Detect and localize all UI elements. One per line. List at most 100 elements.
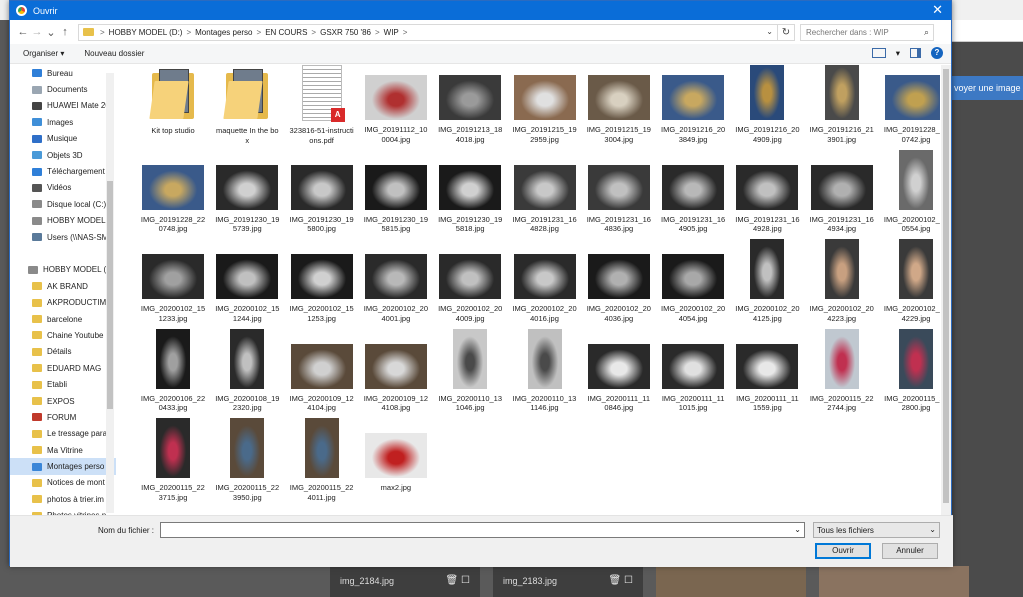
sidebar-item[interactable]: barcelone (10, 311, 116, 327)
file-item[interactable]: IMG_20200102_204054.jpg (657, 254, 729, 342)
file-item[interactable]: IMG_20200115_224011.jpg (286, 418, 358, 515)
file-item[interactable]: IMG_20191230_195815.jpg (360, 164, 432, 253)
scrollbar-thumb[interactable] (943, 69, 949, 503)
help-icon[interactable]: ? (931, 47, 943, 59)
filename-input[interactable]: ⌄ (160, 522, 805, 538)
sidebar-item[interactable]: Documents (10, 81, 116, 97)
breadcrumb-item[interactable]: Montages perso (195, 28, 252, 37)
breadcrumb-item[interactable]: GSXR 750 '86 (320, 28, 371, 37)
file-item[interactable]: IMG_20191228_220748.jpg (137, 164, 209, 253)
sidebar-item[interactable]: Chaine Youtube (10, 327, 116, 343)
sidebar-item[interactable]: EXPOS (10, 393, 116, 409)
file-item[interactable]: IMG_20200109_124108.jpg (360, 343, 432, 432)
file-item[interactable]: IMG_20200110_131146.jpg (509, 328, 581, 432)
file-item[interactable]: IMG_20200102_204125.jpg (731, 239, 803, 342)
file-item[interactable]: IMG_20191231_164905.jpg (657, 164, 729, 253)
sidebar-item[interactable]: FORUM (10, 409, 116, 425)
card-actions-icon[interactable]: 🗑 ☐ (609, 575, 633, 586)
file-item[interactable]: IMG_20191216_204909.jpg (731, 65, 803, 163)
file-item[interactable]: IMG_20200111_110846.jpg (583, 343, 655, 432)
sidebar-item[interactable]: Images (10, 114, 116, 130)
file-item[interactable]: IMG_20200102_204001.jpg (360, 254, 432, 342)
file-item[interactable]: IMG_20200102_151253.jpg (286, 254, 358, 342)
file-item[interactable]: IMG_20191215_193004.jpg (583, 75, 655, 163)
file-item[interactable]: IMG_20200115_222800.jpg (880, 328, 940, 432)
background-upload-button[interactable]: voyer une image (952, 76, 1023, 100)
navigation-scrollbar[interactable] (106, 73, 114, 513)
address-dropdown-icon[interactable]: ⌄ (766, 27, 773, 36)
back-button[interactable]: ← (16, 26, 30, 38)
file-name: 323816-51-instructions.pdf (289, 126, 354, 145)
up-button[interactable]: ↑ (58, 26, 72, 38)
sidebar-item[interactable]: Téléchargement (10, 163, 116, 179)
background-image-card[interactable]: img_2183.jpg 🗑 ☐ (493, 566, 643, 597)
file-item[interactable]: IMG_20191230_195739.jpg (211, 164, 283, 253)
sidebar-item[interactable]: photos à trier.im (10, 491, 116, 507)
file-item[interactable]: IMG_20191231_164828.jpg (509, 164, 581, 253)
organize-button[interactable]: Organiser ▾ (23, 49, 64, 58)
refresh-button[interactable]: ↻ (778, 23, 795, 41)
close-button[interactable]: ✕ (932, 2, 943, 18)
file-item[interactable]: IMG_20191231_164836.jpg (583, 164, 655, 253)
file-item[interactable]: IMG_20200111_111015.jpg (657, 343, 729, 432)
breadcrumb-item[interactable]: EN COURS (265, 28, 307, 37)
file-item[interactable]: IMG_20200110_131046.jpg (434, 328, 506, 432)
search-input[interactable]: Rechercher dans : WIP ⌕ (800, 23, 934, 41)
file-item[interactable]: IMG_20200111_111559.jpg (731, 343, 803, 432)
cancel-button[interactable]: Annuler (882, 543, 938, 559)
sidebar-item[interactable]: Musique (10, 131, 116, 147)
sidebar-item[interactable]: Montages perso (10, 458, 116, 475)
sidebar-item-label: Téléchargement (47, 167, 105, 177)
file-item[interactable]: A 323816-51-instructions.pdf (286, 65, 358, 163)
file-item[interactable]: IMG_20191216_203849.jpg (657, 75, 729, 163)
dialog-titlebar[interactable]: Ouvrir ✕ (10, 1, 951, 20)
sidebar-item[interactable]: EDUARD MAG (10, 360, 116, 376)
breadcrumb-item[interactable]: HOBBY MODEL (D:) (109, 28, 183, 37)
breadcrumb-item[interactable]: WIP (384, 28, 399, 37)
file-item[interactable]: IMG_20191230_195800.jpg (286, 164, 358, 253)
forward-button[interactable]: → (30, 26, 44, 38)
sidebar-item[interactable]: Objets 3D (10, 147, 116, 163)
file-item[interactable]: IMG_20200115_223950.jpg (211, 418, 283, 515)
sidebar-item[interactable]: Users (\\NAS-SM (10, 229, 116, 245)
sidebar-item[interactable]: AKPRODUCTIMA (10, 294, 116, 310)
sidebar-item[interactable]: AK BRAND (10, 278, 116, 294)
file-item[interactable]: IMG_20200102_204036.jpg (583, 254, 655, 342)
sidebar-item[interactable]: HOBBY MODEL (D (10, 262, 116, 278)
file-item[interactable]: IMG_20191216_213901.jpg (806, 65, 878, 163)
view-options-dropdown-icon[interactable]: ▾ (896, 48, 900, 59)
new-folder-button[interactable]: Nouveau dossier (84, 49, 144, 58)
address-bar[interactable]: > HOBBY MODEL (D:) > Montages perso > EN… (78, 23, 778, 41)
sidebar-item[interactable]: Ma Vitrine (10, 442, 116, 458)
file-item[interactable]: max2.jpg (360, 433, 432, 515)
file-item[interactable]: IMG_20191230_195818.jpg (434, 164, 506, 253)
file-name: IMG_20200109_124108.jpg (363, 393, 428, 413)
sidebar-item[interactable]: HUAWEI Mate 20 (10, 98, 116, 114)
sidebar-item[interactable]: Notices de mont (10, 475, 116, 491)
scrollbar-thumb[interactable] (107, 181, 113, 409)
sidebar-item[interactable]: Vidéos (10, 180, 116, 196)
file-item[interactable]: IMG_20200115_222744.jpg (806, 328, 878, 432)
sidebar-item[interactable]: Le tressage para (10, 426, 116, 442)
background-image-card[interactable]: img_2184.jpg 🗑 ☐ (330, 566, 480, 597)
file-item[interactable]: IMG_20191215_192959.jpg (509, 75, 581, 163)
sidebar-item[interactable]: Etabli (10, 376, 116, 392)
card-actions-icon[interactable]: 🗑 ☐ (446, 575, 470, 586)
sidebar-item[interactable]: HOBBY MODEL (10, 213, 116, 229)
change-view-icon[interactable] (871, 48, 886, 58)
file-item[interactable]: IMG_20200115_223715.jpg (137, 418, 209, 515)
file-grid-scrollbar[interactable] (941, 65, 951, 515)
sidebar-item[interactable]: Photos vitrines n (10, 508, 116, 515)
sidebar-item[interactable]: Bureau (10, 65, 116, 81)
file-item[interactable]: IMG_20191112_100004.jpg (360, 75, 432, 163)
sidebar-item[interactable]: Détails (10, 344, 116, 360)
filename-dropdown-icon[interactable]: ⌄ (794, 525, 801, 534)
recent-locations-button[interactable]: ⌄ (44, 26, 58, 39)
folder-item[interactable]: Kit top studio (137, 69, 209, 163)
file-type-select[interactable]: Tous les fichiers ⌄ (813, 522, 940, 538)
open-button[interactable]: Ouvrir (815, 543, 871, 559)
preview-pane-icon[interactable] (910, 48, 921, 58)
sidebar-item[interactable]: Disque local (C:) (10, 196, 116, 212)
file-item[interactable]: IMG_20191213_184018.jpg (434, 75, 506, 163)
folder-item[interactable]: maquette In the box (211, 69, 283, 163)
